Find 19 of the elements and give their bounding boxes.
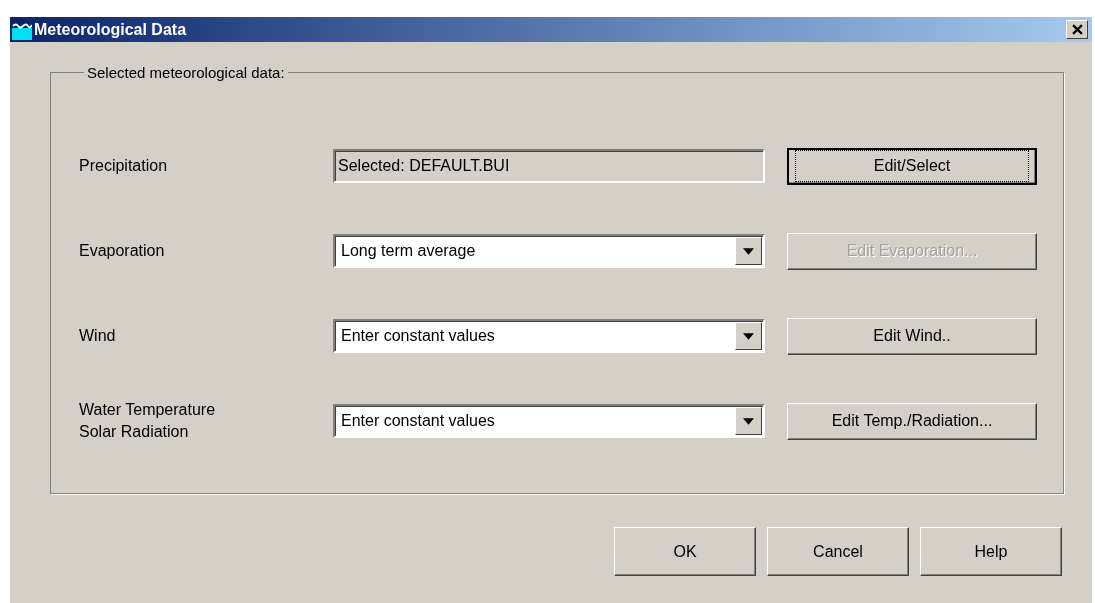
dropdown[interactable]: Long term average (333, 234, 765, 268)
group-label: Selected meteorological data: (86, 64, 286, 81)
edit-button[interactable]: Edit Temp./Radiation... (787, 402, 1037, 440)
close-icon (1071, 24, 1083, 35)
dropdown[interactable]: Enter constant values (333, 404, 765, 438)
field-label: Water Temperature Solar Radiation (79, 400, 217, 442)
waves-icon (12, 19, 32, 40)
field-label: Wind (79, 326, 117, 346)
dialog-button[interactable]: Cancel (767, 527, 909, 576)
readonly-field: Selected: DEFAULT.BUI (333, 149, 765, 183)
close-button[interactable] (1066, 20, 1088, 39)
dialog-button[interactable]: OK (614, 527, 756, 576)
window-title: Meteorological Data (34, 20, 188, 39)
field-label: Evaporation (79, 241, 166, 261)
edit-button[interactable]: Edit Wind.. (787, 317, 1037, 355)
field-label: Precipitation (79, 156, 169, 176)
dialog-button[interactable]: Help (920, 527, 1062, 576)
dropdown[interactable]: Enter constant values (333, 319, 765, 353)
edit-button[interactable]: Edit/Select (787, 147, 1037, 185)
